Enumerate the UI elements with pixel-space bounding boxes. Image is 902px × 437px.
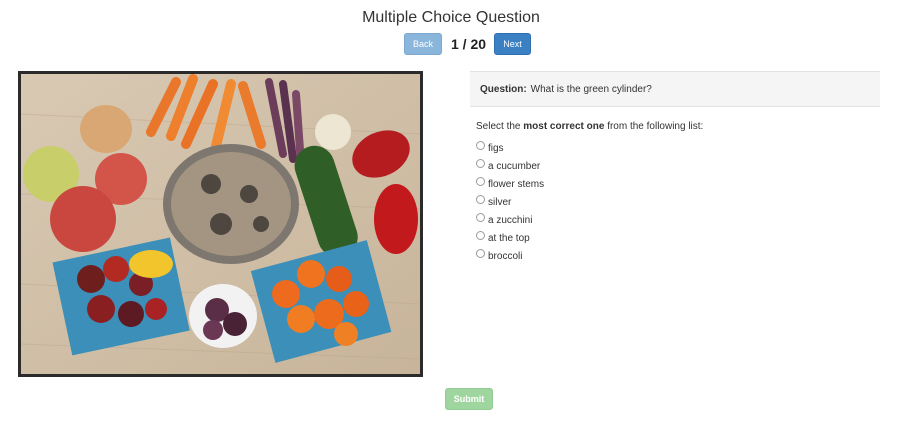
- radio-button[interactable]: [476, 158, 485, 168]
- option-a-zucchini[interactable]: a zucchini: [476, 211, 544, 229]
- option-label: broccoli: [488, 250, 523, 262]
- option-broccoli[interactable]: broccoli: [476, 247, 544, 265]
- option-at-the-top[interactable]: at the top: [476, 229, 544, 247]
- produce-photo: [21, 74, 420, 374]
- option-label: silver: [488, 196, 512, 208]
- option-label: a cucumber: [488, 160, 541, 172]
- option-silver[interactable]: silver: [476, 193, 544, 211]
- option-label: a zucchini: [488, 214, 533, 226]
- question-prefix: Question:: [480, 83, 527, 95]
- radio-button[interactable]: [476, 140, 485, 150]
- radio-button[interactable]: [476, 194, 485, 204]
- question-image: [18, 71, 423, 377]
- instruction-text-after: from the following list:: [607, 121, 704, 132]
- question-text: What is the green cylinder?: [530, 83, 652, 95]
- option-label: at the top: [488, 232, 530, 244]
- radio-button[interactable]: [476, 212, 485, 222]
- next-button[interactable]: Next: [494, 33, 532, 55]
- instruction-emphasis: most correct one: [523, 121, 605, 132]
- question-navigation: Back 1 / 20 Next: [404, 33, 532, 55]
- option-label: flower stems: [488, 178, 545, 190]
- instruction-text-before: Select the: [476, 121, 521, 132]
- back-button[interactable]: Back: [404, 33, 442, 55]
- question-box: Question: What is the green cylinder?: [470, 71, 880, 107]
- option-figs[interactable]: figs: [476, 139, 544, 157]
- option-flower-stems[interactable]: flower stems: [476, 175, 544, 193]
- option-a-cucumber[interactable]: a cucumber: [476, 157, 544, 175]
- page-title: Multiple Choice Question: [362, 9, 540, 26]
- answer-options: figs a cucumber flower stems silver a zu…: [476, 139, 544, 265]
- radio-button[interactable]: [476, 248, 485, 258]
- radio-button[interactable]: [476, 176, 485, 186]
- instructions: Select the most correct one from the fol…: [476, 121, 703, 132]
- option-label: figs: [488, 142, 504, 154]
- question-counter: 1 / 20: [451, 36, 487, 52]
- submit-button[interactable]: Submit: [445, 388, 493, 410]
- radio-button[interactable]: [476, 230, 485, 240]
